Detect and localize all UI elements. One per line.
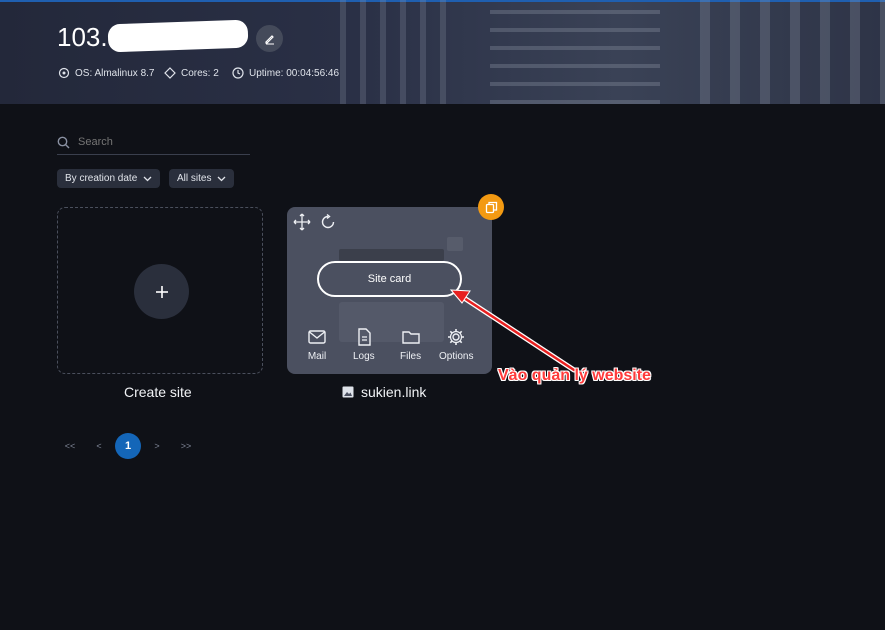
annotation-arrow <box>449 289 577 373</box>
annotation-label: Vào quản lý website <box>498 367 651 384</box>
